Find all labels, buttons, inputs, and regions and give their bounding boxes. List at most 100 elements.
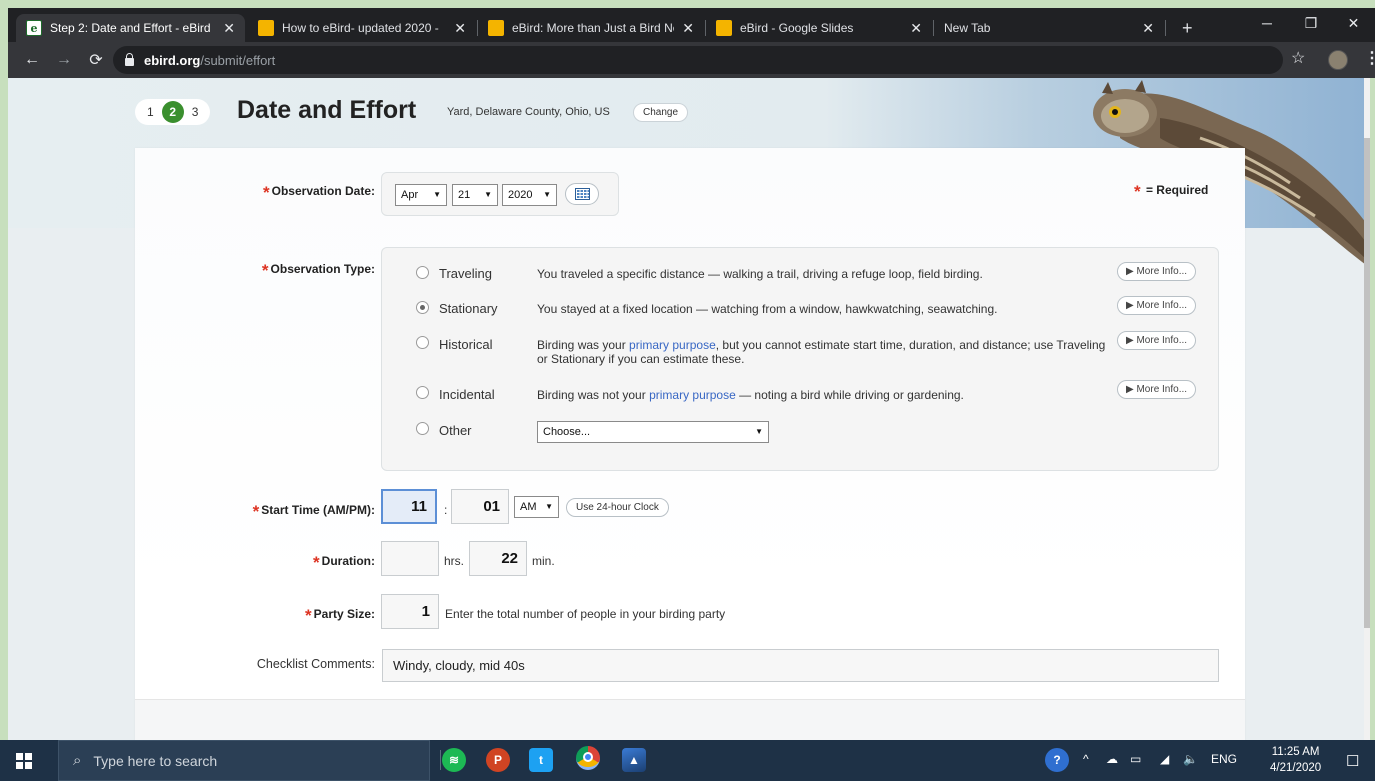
tab-title: New Tab (944, 21, 991, 35)
restore-button[interactable]: ❐ (1288, 8, 1334, 38)
close-icon[interactable]: ✕ (910, 20, 922, 37)
notifications-icon[interactable]: ☐ (1346, 752, 1359, 770)
photos-icon[interactable]: ▲ (622, 748, 646, 772)
help-icon[interactable]: ? (1045, 748, 1069, 772)
spotify-icon[interactable]: ≋ (442, 748, 466, 772)
reload-icon[interactable]: ⟳ (84, 48, 108, 72)
start-minute-input[interactable]: 01 (451, 489, 509, 524)
volume-icon[interactable]: 🔈 (1183, 752, 1198, 766)
start-hour-input[interactable]: 11 (381, 489, 437, 524)
month-select[interactable]: Apr ▼ (395, 184, 447, 206)
step-1[interactable]: 1 (143, 105, 158, 119)
close-icon[interactable]: ✕ (682, 20, 694, 37)
duration-minutes-input[interactable]: 22 (469, 541, 527, 576)
duration-hours-input[interactable] (381, 541, 439, 576)
battery-icon[interactable]: ▭ (1130, 752, 1141, 766)
language-indicator[interactable]: ENG (1211, 752, 1237, 766)
traveling-radio[interactable] (416, 266, 429, 279)
windows-logo-icon (16, 752, 32, 769)
option-name: Traveling (439, 266, 492, 281)
duration-label: * Duration: (313, 553, 375, 572)
url-host: ebird.org (144, 52, 201, 68)
bookmark-star-icon[interactable]: ☆ (1291, 48, 1305, 68)
historical-more-info-button[interactable]: ▶ More Info... (1117, 331, 1197, 350)
tab-google-slides[interactable]: eBird - Google Slides ✕ (706, 14, 932, 42)
tab-new-tab[interactable]: New Tab ✕ (934, 14, 1164, 42)
incidental-radio[interactable] (416, 386, 429, 399)
taskbar-search-input[interactable]: ⌕ Type here to search (58, 740, 430, 781)
ampm-select[interactable]: AM ▼ (514, 496, 559, 518)
change-location-button[interactable]: Change (633, 103, 689, 122)
browser-tab-strip: e Step 2: Date and Effort - eBird ✕ How … (8, 8, 1375, 42)
powerpoint-icon[interactable]: P (486, 748, 510, 772)
page-scrollbar[interactable] (1364, 78, 1370, 740)
incidental-more-info-button[interactable]: ▶ More Info... (1117, 380, 1197, 399)
checklist-comments-input[interactable]: Windy, cloudy, mid 40s (382, 649, 1219, 682)
tab-title: eBird - Google Slides (740, 21, 854, 35)
step-indicator: 1 2 3 (135, 99, 211, 125)
calendar-icon (574, 188, 590, 200)
forward-arrow-icon[interactable]: → (52, 48, 76, 72)
required-note-text: = Required (1145, 183, 1209, 197)
primary-purpose-link[interactable]: primary purpose (649, 388, 736, 402)
close-icon[interactable]: ✕ (454, 20, 466, 37)
ebird-icon: e (26, 20, 42, 36)
clock-date: 4/21/2020 (1270, 762, 1322, 774)
party-size-label: * Party Size: (305, 606, 375, 625)
historical-radio[interactable] (416, 336, 429, 349)
tab-how-to-ebird[interactable]: How to eBird- updated 2020 - ✕ (248, 14, 476, 42)
menu-kebab-icon[interactable]: ⋮ (1364, 48, 1375, 68)
search-placeholder: Type here to search (93, 752, 218, 769)
year-select[interactable]: 2020 ▼ (502, 184, 557, 206)
observation-type-label: * Observation Type: (261, 261, 375, 280)
twitter-icon[interactable]: t (529, 748, 553, 772)
option-description: Birding was not your primary purpose — n… (537, 388, 964, 402)
back-arrow-icon[interactable]: ← (20, 48, 44, 72)
party-size-input[interactable]: 1 (381, 594, 439, 629)
calendar-button[interactable] (565, 183, 599, 205)
minutes-unit: min. (532, 554, 555, 568)
primary-purpose-link[interactable]: primary purpose (629, 338, 716, 352)
tab-ebird-step2[interactable]: e Step 2: Date and Effort - eBird ✕ (16, 14, 245, 42)
day-select[interactable]: 21 ▼ (452, 184, 498, 206)
tab-ebird-more[interactable]: eBird: More than Just a Bird Ne ✕ (478, 14, 704, 42)
slides-icon (488, 20, 504, 36)
chrome-icon[interactable] (576, 746, 600, 770)
start-time-label: * Start Time (AM/PM): (252, 502, 375, 521)
scrollbar-thumb[interactable] (1364, 138, 1370, 628)
slides-icon (258, 20, 274, 36)
traveling-more-info-button[interactable]: ▶ More Info... (1117, 262, 1197, 281)
other-radio[interactable] (416, 422, 429, 435)
checklist-comments-label: Checklist Comments: (256, 657, 375, 671)
wifi-icon[interactable]: ◢ (1160, 752, 1169, 766)
tab-title: eBird: More than Just a Bird Ne (512, 21, 675, 35)
location-label: Yard, Delaware County, Ohio, US (447, 106, 610, 118)
close-window-button[interactable]: ✕ (1332, 8, 1375, 38)
close-icon[interactable]: ✕ (1142, 20, 1154, 37)
hours-unit: hrs. (444, 554, 465, 568)
chevron-up-icon[interactable]: ^ (1083, 752, 1089, 766)
new-tab-button[interactable]: + (1172, 14, 1202, 42)
option-description: Birding was your primary purpose, but yo… (537, 338, 1106, 366)
windows-start-button[interactable] (0, 740, 48, 781)
taskbar-divider (440, 750, 441, 770)
lock-icon (125, 53, 134, 66)
network-error-icon[interactable]: ☁ (1106, 752, 1118, 766)
dropdown-arrow-icon: ▼ (433, 190, 441, 199)
taskbar-clock[interactable]: 11:25 AM 4/21/2020 (1270, 744, 1321, 776)
stationary-radio[interactable] (416, 301, 429, 314)
address-bar[interactable]: ebird.org/submit/effort (113, 46, 1283, 74)
page-title: Date and Effort (237, 96, 417, 124)
profile-avatar[interactable] (1328, 50, 1348, 70)
minimize-button[interactable]: ─ (1244, 8, 1290, 38)
close-icon[interactable]: ✕ (223, 20, 235, 37)
stationary-more-info-button[interactable]: ▶ More Info... (1117, 296, 1197, 315)
step-3[interactable]: 3 (188, 105, 203, 119)
use-24-hour-clock-button[interactable]: Use 24-hour Clock (566, 498, 669, 517)
slides-icon (716, 20, 732, 36)
option-name: Stationary (439, 301, 498, 316)
plus-icon: + (1182, 17, 1193, 38)
observation-date-label: * Observation Date: (263, 183, 375, 202)
url-path: /submit/effort (200, 52, 276, 68)
other-type-select[interactable]: Choose... ▼ (537, 421, 769, 443)
